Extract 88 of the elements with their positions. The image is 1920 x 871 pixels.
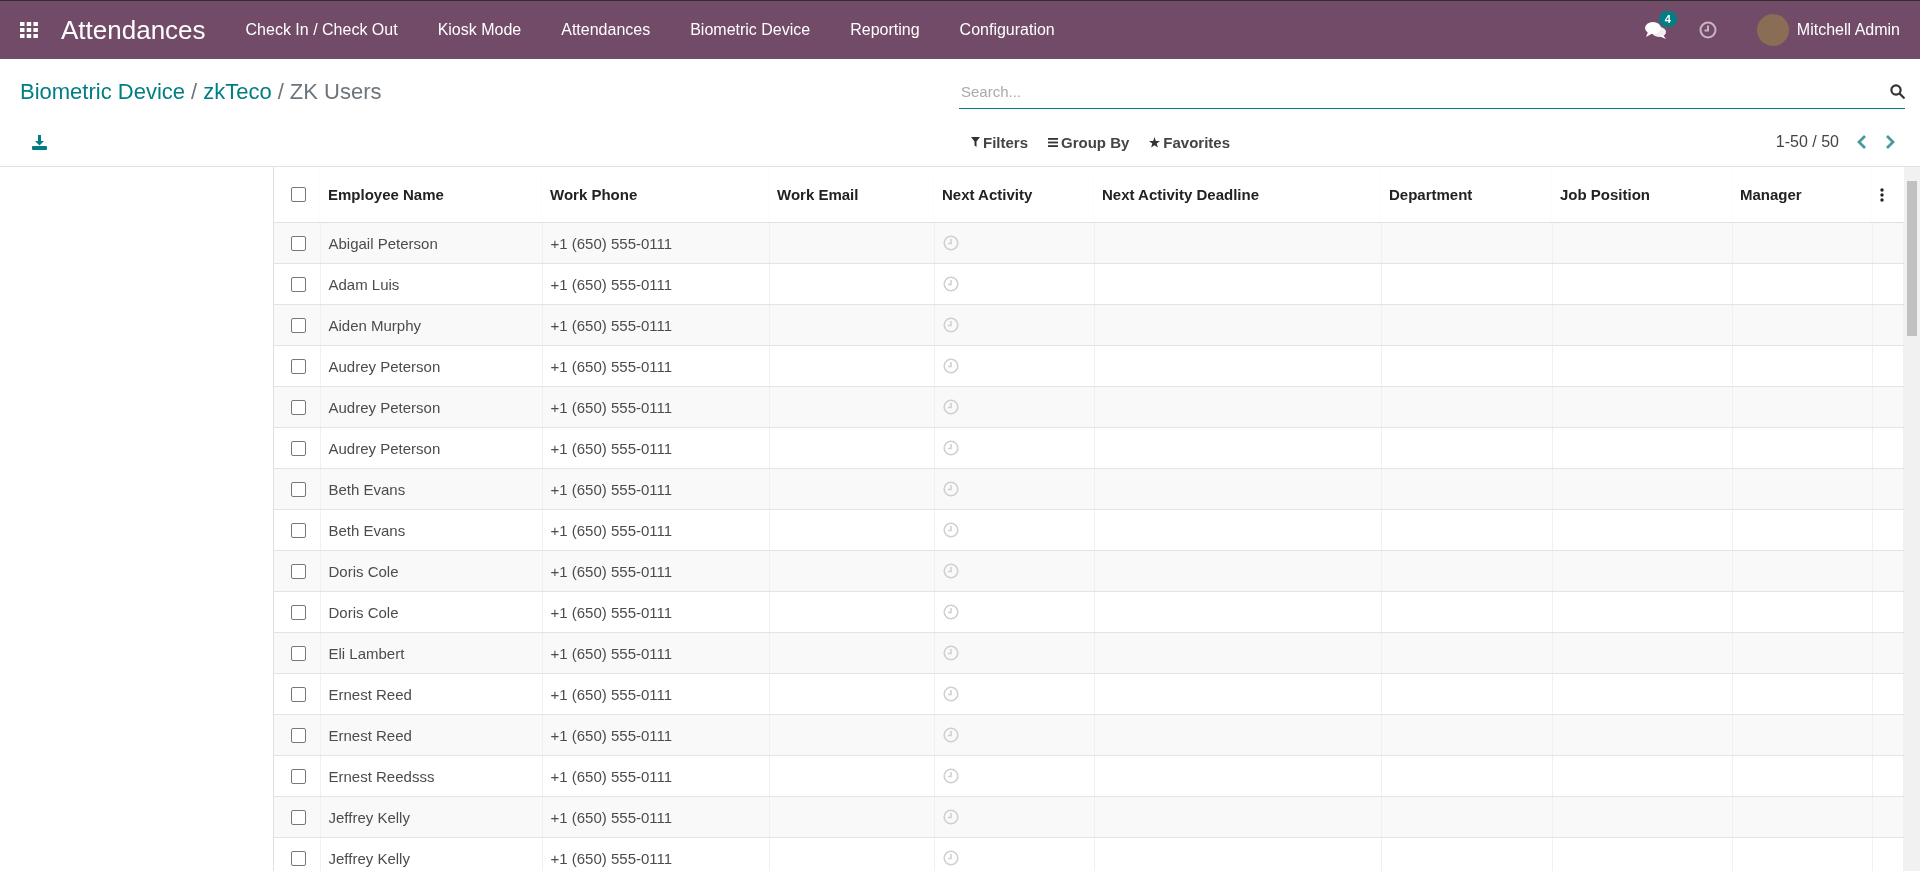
row-checkbox[interactable]	[291, 317, 306, 333]
table-cell: Eli Lambert	[320, 632, 542, 674]
table-cell: +1 (650) 555-0111	[542, 345, 769, 387]
row-checkbox[interactable]	[291, 604, 306, 620]
table-cell: Beth Evans	[320, 468, 542, 510]
menu-item[interactable]: Attendances	[541, 21, 671, 39]
table-cell: Beth Evans	[320, 509, 542, 551]
row-checkbox[interactable]	[291, 645, 306, 661]
apps-grid-icon[interactable]	[20, 22, 38, 38]
column-header[interactable]: Work Phone	[542, 167, 769, 223]
row-checkbox[interactable]	[291, 399, 306, 415]
scrollbar-thumb[interactable]	[1907, 181, 1917, 336]
more-vertical-icon[interactable]	[1880, 187, 1884, 202]
table-cell: Adam Luis	[320, 263, 542, 305]
table-cell: Audrey Peterson	[320, 427, 542, 469]
row-checkbox[interactable]	[291, 768, 306, 784]
table-cell: +1 (650) 555-0111	[542, 714, 769, 756]
star-icon	[1149, 136, 1161, 148]
breadcrumb-link[interactable]: zkTeco	[203, 78, 272, 105]
pager-value[interactable]: 1-50 / 50	[1775, 133, 1839, 151]
funnel-icon	[971, 137, 980, 147]
table-cell: +1 (650) 555-0111	[542, 222, 769, 264]
row-checkbox[interactable]	[291, 358, 306, 374]
chevron-left-icon[interactable]	[1857, 135, 1867, 149]
column-header[interactable]: Next Activity Deadline	[1094, 167, 1381, 223]
chat-bubbles-icon[interactable]	[1644, 21, 1667, 39]
table-cell: Doris Cole	[320, 591, 542, 633]
user-name[interactable]: Mitchell Admin	[1796, 21, 1900, 39]
row-checkbox[interactable]	[291, 440, 306, 456]
column-header[interactable]: Job Position	[1552, 167, 1732, 223]
column-header[interactable]: Department	[1381, 167, 1552, 223]
table-cell: Audrey Peterson	[320, 386, 542, 428]
breadcrumb-separator: /	[191, 78, 198, 105]
search-icon[interactable]	[1890, 83, 1905, 99]
table-cell: +1 (650) 555-0111	[542, 550, 769, 592]
row-checkbox[interactable]	[291, 522, 306, 538]
table-cell: +1 (650) 555-0111	[542, 468, 769, 510]
clock-icon[interactable]	[1698, 21, 1717, 39]
table-cell: +1 (650) 555-0111	[542, 386, 769, 428]
row-checkbox[interactable]	[291, 809, 306, 825]
search-option-button[interactable]: Filters	[965, 129, 1034, 155]
breadcrumb-link[interactable]: Biometric Device	[20, 78, 186, 105]
table-cell: +1 (650) 555-0111	[542, 509, 769, 551]
table-cell: Audrey Peterson	[320, 345, 542, 387]
menu-item[interactable]: Check In / Check Out	[225, 21, 418, 39]
breadcrumb-current: ZK Users	[289, 78, 382, 105]
row-checkbox[interactable]	[291, 276, 306, 292]
table-cell: +1 (650) 555-0111	[542, 673, 769, 715]
table-cell: Jeffrey Kelly	[320, 837, 542, 871]
row-checkbox[interactable]	[291, 850, 306, 866]
row-checkbox[interactable]	[291, 686, 306, 702]
table-cell: +1 (650) 555-0111	[542, 427, 769, 469]
table-cell: Abigail Peterson	[320, 222, 542, 264]
menu-item[interactable]: Kiosk Mode	[417, 21, 542, 39]
search-option-button[interactable]: Group By	[1042, 129, 1136, 155]
table-cell: +1 (650) 555-0111	[542, 304, 769, 346]
table-cell: Doris Cole	[320, 550, 542, 592]
download-icon[interactable]	[32, 134, 47, 150]
table-cell: +1 (650) 555-0111	[542, 632, 769, 674]
column-header[interactable]: Work Email	[769, 167, 934, 223]
column-header[interactable]: Next Activity	[934, 167, 1094, 223]
table-cell: +1 (650) 555-0111	[542, 263, 769, 305]
table-cell: +1 (650) 555-0111	[542, 837, 769, 871]
breadcrumb-separator: /	[277, 78, 284, 105]
search-option-button[interactable]: Favorites	[1143, 129, 1237, 155]
table-cell: Ernest Reed	[320, 714, 542, 756]
row-checkbox[interactable]	[291, 481, 306, 497]
row-checkbox[interactable]	[291, 727, 306, 743]
table-cell: +1 (650) 555-0111	[542, 591, 769, 633]
row-checkbox[interactable]	[291, 235, 306, 251]
menu-item[interactable]: Reporting	[830, 21, 940, 39]
app-title[interactable]: Attendances	[61, 14, 206, 46]
select-all-checkbox[interactable]	[291, 187, 306, 202]
chevron-right-icon[interactable]	[1885, 135, 1895, 149]
table-cell: +1 (650) 555-0111	[542, 796, 769, 838]
table-cell: Ernest Reed	[320, 673, 542, 715]
table-cell: +1 (650) 555-0111	[542, 755, 769, 797]
table-cell: Jeffrey Kelly	[320, 796, 542, 838]
table-cell: Aiden Murphy	[320, 304, 542, 346]
column-header[interactable]: Employee Name	[320, 167, 542, 223]
column-header[interactable]: Manager	[1732, 167, 1872, 223]
table-cell: Ernest Reedsss	[320, 755, 542, 797]
list-lines-icon	[1048, 137, 1058, 147]
message-count-badge: 4	[1658, 11, 1677, 27]
menu-item[interactable]: Configuration	[939, 21, 1075, 39]
row-checkbox[interactable]	[291, 563, 306, 579]
menu-item[interactable]: Biometric Device	[670, 21, 831, 39]
search-field[interactable]: Search...	[959, 81, 1890, 101]
